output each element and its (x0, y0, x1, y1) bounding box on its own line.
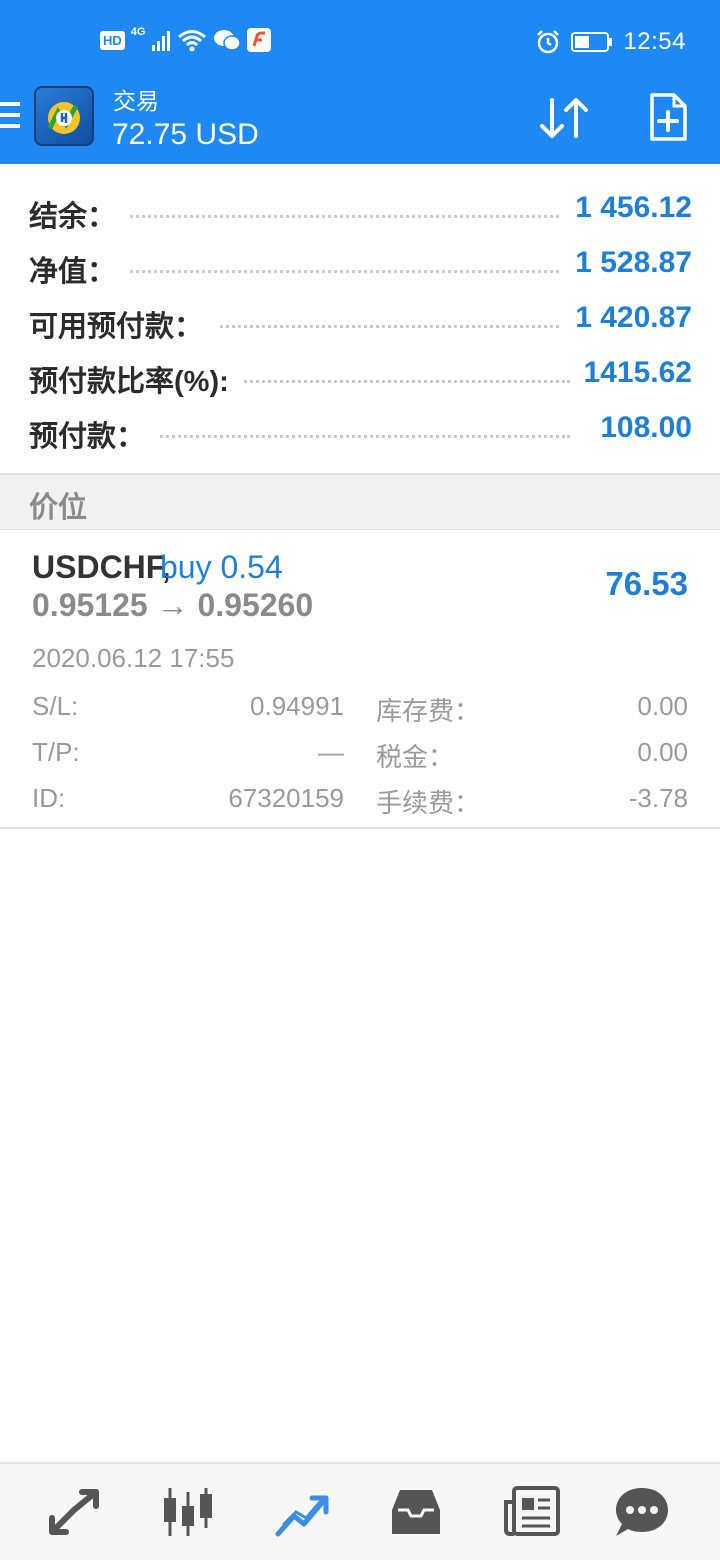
hd-badge: HD (100, 30, 125, 50)
messages-icon[interactable] (612, 1484, 672, 1540)
new-order-icon[interactable] (648, 92, 688, 142)
bottom-navigation (0, 1462, 720, 1560)
tp-label: T/P: (32, 737, 80, 767)
network-type: 4G (130, 26, 146, 38)
account-summary: 结余： 1 456.12 净值： 1 528.87 可用预付款： 1 420.8… (0, 183, 720, 458)
summary-row-equity: 净值： 1 528.87 (0, 238, 720, 293)
wifi-icon (178, 30, 207, 52)
summary-value: 1 528.87 (561, 246, 692, 280)
summary-label: 预付款： (29, 413, 160, 455)
battery-icon (571, 32, 613, 52)
alarm-icon (537, 30, 560, 54)
summary-row-margin-level: 预付款比率(%): 1415.62 (0, 348, 720, 403)
sort-icon[interactable] (538, 96, 590, 140)
summary-label: 结余： (29, 193, 131, 235)
summary-row-balance: 结余： 1 456.12 (0, 183, 720, 238)
position-prices: 0.95125 → 0.95260 (32, 587, 314, 623)
summary-value: 1 420.87 (561, 301, 692, 335)
summary-label: 净值： (29, 248, 131, 290)
position-type: buy 0.54 (160, 549, 283, 585)
summary-label: 可用预付款： (29, 303, 218, 345)
swap-label: 库存费： (376, 696, 481, 726)
app-notification-icon (247, 28, 272, 52)
trade-icon[interactable] (272, 1484, 332, 1540)
clock: 12:54 (623, 28, 686, 55)
sl-value: 0.94991 (250, 691, 344, 721)
commission-label: 手续费： (376, 788, 481, 818)
id-value: 67320159 (228, 783, 344, 813)
section-header: 价位 (0, 475, 720, 530)
chart-icon[interactable] (158, 1484, 218, 1540)
summary-row-free-margin: 可用预付款： 1 420.87 (0, 293, 720, 348)
status-left-icons: HD 4G (100, 26, 272, 52)
commission-value: -3.78 (628, 783, 688, 813)
id-label: ID: (32, 783, 66, 813)
position-profit: 76.53 (605, 565, 688, 602)
section-title: 价位 (29, 492, 88, 524)
position-symbol: USDCHF, (32, 549, 171, 585)
tp-value: — (318, 737, 344, 767)
menu-icon[interactable] (0, 102, 20, 134)
app-bar: 交易 72.75 USD (0, 80, 720, 164)
wechat-icon (214, 30, 242, 51)
tax-label: 税金： (376, 742, 455, 772)
summary-label: 预付款比率(%): (29, 358, 243, 400)
page-title: 交易 (113, 88, 159, 114)
news-icon[interactable] (502, 1484, 562, 1540)
summary-value: 1 456.12 (561, 191, 692, 225)
signal-icon (152, 31, 171, 51)
position-time: 2020.06.12 17:55 (32, 643, 235, 673)
summary-value: 108.00 (586, 411, 692, 445)
quotes-icon[interactable] (44, 1484, 104, 1540)
tax-value: 0.00 (637, 737, 688, 767)
metatrader-logo (34, 86, 94, 146)
swap-value: 0.00 (637, 691, 688, 721)
status-right-icons: 12:54 (535, 28, 686, 56)
sl-label: S/L: (32, 691, 79, 721)
summary-value: 1415.62 (569, 356, 692, 390)
history-icon[interactable] (386, 1484, 446, 1540)
profit-summary: 72.75 USD (112, 118, 259, 151)
status-bar: HD 4G 12:54 (0, 0, 720, 80)
position-item[interactable]: USDCHF, buy 0.54 0.95125 → 0.95260 76.53… (0, 531, 720, 829)
summary-row-margin: 预付款： 108.00 (0, 403, 720, 458)
